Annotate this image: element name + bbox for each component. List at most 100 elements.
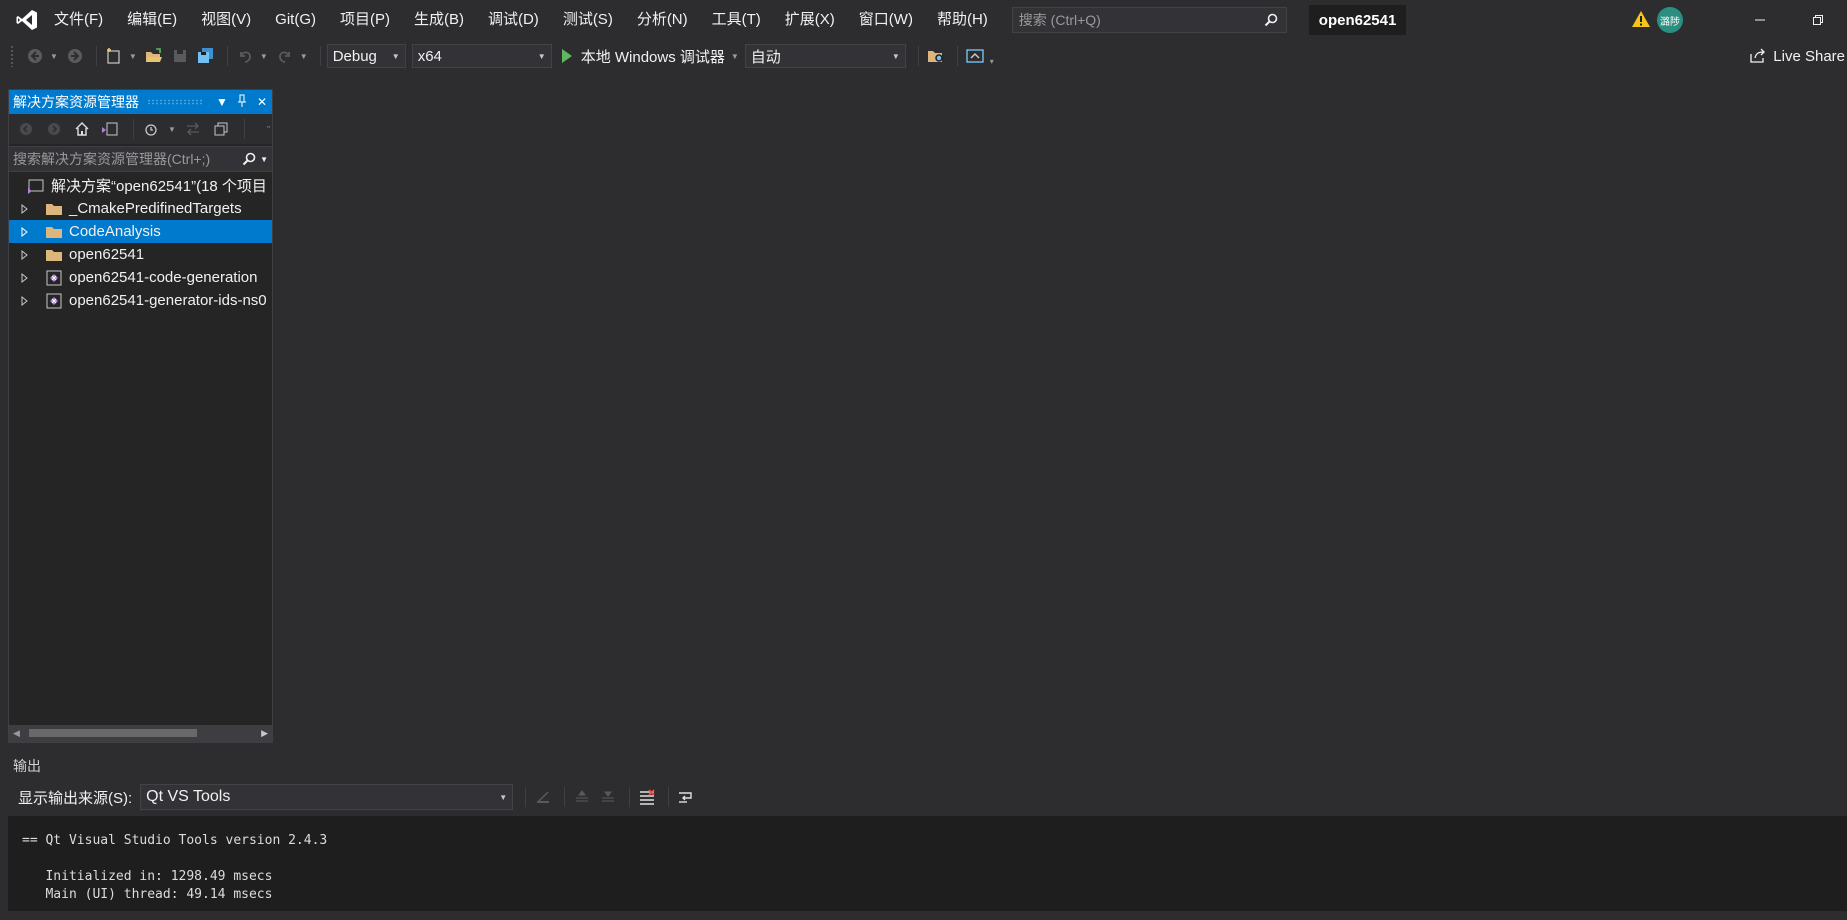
navigate-forward-icon[interactable] xyxy=(64,45,86,67)
navigate-back-icon[interactable] xyxy=(24,45,46,67)
panel-menu-chevron-down-icon[interactable]: ▼ xyxy=(212,95,232,109)
menu-project[interactable]: 项目(P) xyxy=(328,0,402,40)
toggle-word-wrap-icon[interactable] xyxy=(675,786,697,808)
warning-icon[interactable] xyxy=(1631,10,1651,31)
scrollbar-thumb[interactable] xyxy=(29,729,197,737)
menu-test[interactable]: 测试(S) xyxy=(551,0,625,40)
horizontal-scrollbar[interactable]: ◀ ▶ xyxy=(9,725,272,742)
pin-icon[interactable] xyxy=(232,94,252,111)
menu-build[interactable]: 生成(B) xyxy=(402,0,476,40)
clear-all-icon[interactable] xyxy=(636,786,658,808)
start-debugging-dropdown-icon[interactable]: ▼ xyxy=(731,52,739,61)
new-project-icon[interactable] xyxy=(103,45,125,67)
restore-icon xyxy=(1813,15,1823,25)
folder-icon xyxy=(45,201,63,217)
debug-target-value: 自动 xyxy=(750,48,781,66)
pending-changes-filter-icon[interactable] xyxy=(140,118,162,140)
menu-view[interactable]: 视图(V) xyxy=(189,0,263,40)
play-icon xyxy=(561,49,572,63)
editor-area xyxy=(275,72,1847,752)
menu-debug[interactable]: 调试(D) xyxy=(476,0,551,40)
menu-tools[interactable]: 工具(T) xyxy=(700,0,773,40)
global-search-input[interactable]: 搜索 (Ctrl+Q) xyxy=(1011,7,1287,33)
tree-item-code-analysis[interactable]: CodeAnalysis xyxy=(9,220,272,243)
menu-bar: 文件(F) 编辑(E) 视图(V) Git(G) 项目(P) 生成(B) 调试(… xyxy=(54,0,1000,40)
save-all-icon[interactable] xyxy=(195,45,217,67)
output-source-select[interactable]: Qt VS Tools ▼ xyxy=(140,784,514,810)
output-line: Main (UI) thread: 49.14 msecs xyxy=(22,887,273,902)
output-line: Initialized in: 1298.49 msecs xyxy=(22,869,273,884)
folder-icon xyxy=(45,224,63,240)
search-icon[interactable] xyxy=(242,152,256,166)
scroll-right-arrow-icon[interactable]: ▶ xyxy=(261,728,268,739)
restore-button[interactable] xyxy=(1789,0,1847,40)
search-options-chevron-down-icon[interactable]: ▼ xyxy=(260,155,268,164)
tree-item-cmake-predefined-targets[interactable]: _CmakePredifinedTargets xyxy=(9,197,272,220)
menu-file[interactable]: 文件(F) xyxy=(54,0,115,40)
menu-extensions[interactable]: 扩展(X) xyxy=(773,0,847,40)
toolbar-grip[interactable] xyxy=(10,45,14,67)
save-icon[interactable] xyxy=(169,45,191,67)
output-titlebar[interactable]: 输出 xyxy=(8,754,1847,778)
solution-explorer-titlebar[interactable]: 解决方案资源管理器 ▼ ✕ xyxy=(9,90,272,114)
solution-platform-select[interactable]: x64 ▼ xyxy=(411,44,552,68)
filter-dropdown-icon[interactable]: ▼ xyxy=(168,125,176,134)
undo-icon[interactable] xyxy=(234,45,256,67)
forward-icon[interactable] xyxy=(43,118,65,140)
expand-arrow-icon[interactable] xyxy=(21,203,29,214)
expand-arrow-icon[interactable] xyxy=(21,272,29,283)
tree-solution-root[interactable]: 解决方案“open62541”(18 个项目 xyxy=(9,174,272,197)
solution-explorer-title: 解决方案资源管理器 xyxy=(13,94,139,110)
solution-explorer-search-placeholder: 搜索解决方案资源管理器(Ctrl+;) xyxy=(13,151,211,167)
menu-analyze[interactable]: 分析(N) xyxy=(625,0,700,40)
solution-configuration-select[interactable]: Debug ▼ xyxy=(326,44,406,68)
start-debugging-button[interactable]: 本地 Windows 调试器 xyxy=(561,46,725,67)
output-source-value: Qt VS Tools xyxy=(146,788,231,805)
toolbar-options-icon[interactable]: ▾ xyxy=(990,57,994,66)
collapse-all-icon[interactable] xyxy=(210,118,232,140)
scroll-left-arrow-icon[interactable]: ◀ xyxy=(13,728,20,739)
switch-views-icon[interactable] xyxy=(99,118,121,140)
user-avatar[interactable]: 潞陟 xyxy=(1657,7,1683,33)
solution-explorer-search-input[interactable]: 搜索解决方案资源管理器(Ctrl+;) ▼ xyxy=(9,146,272,172)
browser-link-icon[interactable] xyxy=(964,45,986,67)
expand-arrow-icon[interactable] xyxy=(21,249,29,260)
menu-edit[interactable]: 编辑(E) xyxy=(115,0,189,40)
tree-item-code-generation[interactable]: open62541-code-generation xyxy=(9,266,272,289)
output-line: == Qt Visual Studio Tools version 2.4.3 xyxy=(22,833,328,848)
toolbar-separator xyxy=(226,46,228,66)
standard-toolbar: ▼ ▼ ▼ ▼ Debug ▼ x64 ▼ 本地 Windows 调试器 ▼ 自… xyxy=(0,40,1847,72)
redo-dropdown-icon[interactable]: ▼ xyxy=(300,52,308,61)
debug-target-select[interactable]: 自动 ▼ xyxy=(744,44,906,68)
expand-arrow-icon[interactable] xyxy=(21,226,29,237)
minimize-button[interactable] xyxy=(1731,0,1789,40)
navigate-back-dropdown-icon[interactable]: ▼ xyxy=(50,52,58,61)
home-icon[interactable] xyxy=(71,118,93,140)
start-debugging-label: 本地 Windows 调试器 xyxy=(580,48,725,66)
menu-help[interactable]: 帮助(H) xyxy=(925,0,1000,40)
menu-git[interactable]: Git(G) xyxy=(263,0,328,40)
previous-message-icon[interactable] xyxy=(571,786,593,808)
toolbar-separator xyxy=(133,119,134,139)
output-title: 输出 xyxy=(13,758,41,774)
find-in-files-icon[interactable] xyxy=(925,45,947,67)
undo-dropdown-icon[interactable]: ▼ xyxy=(260,52,268,61)
new-project-dropdown-icon[interactable]: ▼ xyxy=(129,52,137,61)
title-bar: 文件(F) 编辑(E) 视图(V) Git(G) 项目(P) 生成(B) 调试(… xyxy=(0,0,1847,40)
output-text[interactable]: == Qt Visual Studio Tools version 2.4.3 … xyxy=(8,816,1847,920)
next-message-icon[interactable] xyxy=(597,786,619,808)
sync-with-active-document-icon[interactable] xyxy=(182,118,204,140)
toolbar-overflow-icon[interactable]: '' xyxy=(267,125,270,134)
open-file-icon[interactable] xyxy=(143,45,165,67)
close-icon[interactable]: ✕ xyxy=(252,95,272,109)
redo-icon[interactable] xyxy=(274,45,296,67)
live-share-button[interactable]: Live Share xyxy=(1749,40,1845,72)
search-icon xyxy=(1264,13,1278,27)
back-icon[interactable] xyxy=(15,118,37,140)
menu-window[interactable]: 窗口(W) xyxy=(847,0,925,40)
tree-item-open62541[interactable]: open62541 xyxy=(9,243,272,266)
tree-item-generator-ids[interactable]: open62541-generator-ids-ns0 xyxy=(9,289,272,312)
expand-arrow-icon[interactable] xyxy=(21,295,29,306)
find-message-in-code-icon[interactable] xyxy=(532,786,554,808)
